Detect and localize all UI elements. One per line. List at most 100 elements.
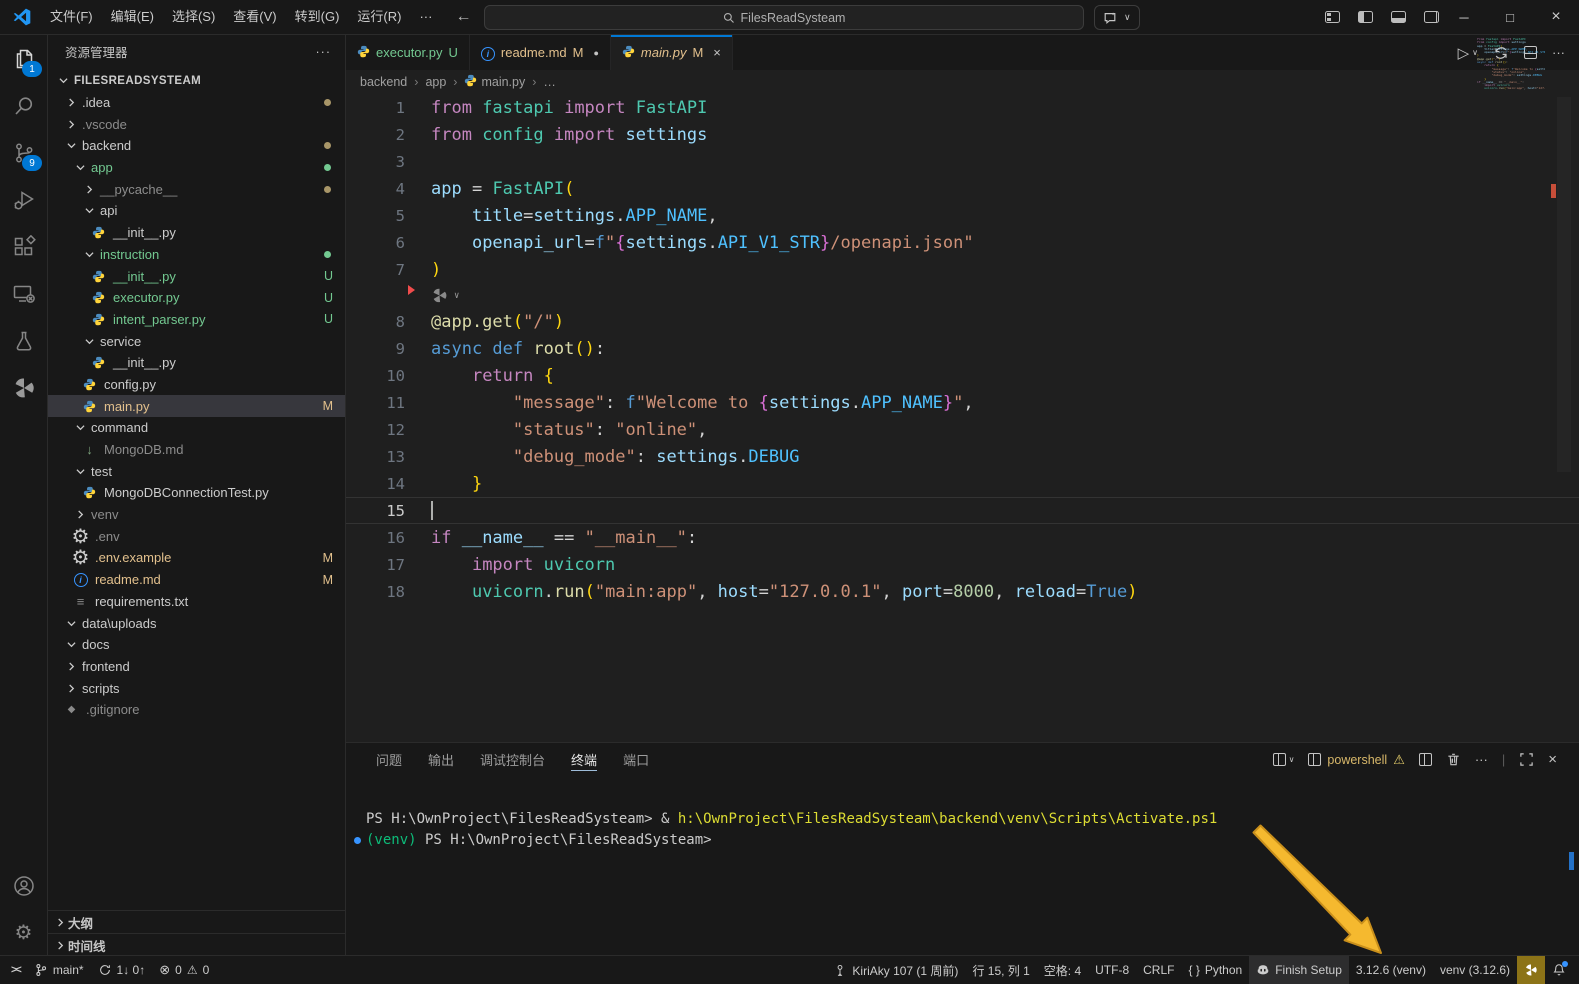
split-terminal-icon[interactable]: [1419, 753, 1432, 766]
status-indentation[interactable]: 空格: 4: [1037, 956, 1088, 984]
status-branch[interactable]: main*: [27, 956, 91, 984]
breadcrumb-item[interactable]: …: [543, 75, 556, 89]
menu-item-0[interactable]: 文件(F): [41, 5, 102, 29]
tree-file[interactable]: ◆.gitignore: [48, 699, 345, 721]
code-line[interactable]: 5 title=settings.APP_NAME,: [346, 202, 1579, 229]
breadcrumb-item[interactable]: main.py: [464, 74, 525, 90]
code-line[interactable]: 2from config import settings: [346, 121, 1579, 148]
toggle-secondary-sidebar-icon[interactable]: [1424, 11, 1439, 23]
line-number[interactable]: 13: [346, 448, 405, 466]
code-line[interactable]: 15: [346, 497, 1579, 524]
status-python-version[interactable]: 3.12.6 (venv): [1349, 956, 1433, 984]
remote-explorer-icon[interactable]: [0, 270, 47, 317]
code-line[interactable]: 4app = FastAPI(: [346, 175, 1579, 202]
tree-folder[interactable]: .idea: [48, 92, 345, 114]
line-number[interactable]: 17: [346, 556, 405, 574]
code-line[interactable]: 11 "message": f"Welcome to {settings.APP…: [346, 389, 1579, 416]
line-number[interactable]: 8: [346, 313, 405, 331]
shuriken-extension-icon[interactable]: [0, 364, 47, 411]
code-line[interactable]: 7): [346, 256, 1579, 283]
maximize-button[interactable]: □: [1487, 0, 1533, 34]
line-number[interactable]: 1: [346, 99, 405, 117]
code-line[interactable]: 6 openapi_url=f"{settings.API_V1_STR}/op…: [346, 229, 1579, 256]
tab-main-py[interactable]: main.pyM×: [611, 35, 733, 70]
tree-file[interactable]: ireadme.mdM: [48, 569, 345, 591]
status-encoding[interactable]: UTF-8: [1088, 956, 1136, 984]
tree-folder[interactable]: test: [48, 460, 345, 482]
tree-folder[interactable]: docs: [48, 634, 345, 656]
testing-icon[interactable]: [0, 317, 47, 364]
line-number[interactable]: 15: [346, 502, 405, 520]
close-panel-icon[interactable]: ×: [1548, 751, 1557, 768]
settings-icon[interactable]: ⚙: [0, 909, 47, 956]
code-line[interactable]: 14 }: [346, 470, 1579, 497]
menu-item-4[interactable]: 转到(G): [286, 5, 349, 29]
panel-tab-1[interactable]: 输出: [428, 743, 454, 776]
back-button[interactable]: ←: [455, 8, 471, 26]
line-number[interactable]: 11: [346, 394, 405, 412]
code-editor[interactable]: 1from fastapi import FastAPI2from config…: [346, 94, 1579, 742]
more-actions-icon[interactable]: ···: [1552, 45, 1565, 60]
code-line[interactable]: 18 uvicorn.run("main:app", host="127.0.0…: [346, 578, 1579, 605]
line-number[interactable]: 12: [346, 421, 405, 439]
menu-item-1[interactable]: 编辑(E): [102, 5, 163, 29]
status-sync[interactable]: 1↓ 0↑: [91, 956, 153, 984]
tree-folder[interactable]: app: [48, 157, 345, 179]
tree-file[interactable]: config.py: [48, 374, 345, 396]
status-finish-setup[interactable]: Finish Setup: [1249, 956, 1349, 984]
command-decoration-icon[interactable]: [354, 837, 361, 844]
code-line[interactable]: 12 "status": "online",: [346, 416, 1579, 443]
menu-item-5[interactable]: 运行(R): [348, 5, 410, 29]
code-line[interactable]: 9async def root():: [346, 335, 1579, 362]
tree-folder[interactable]: frontend: [48, 656, 345, 678]
run-python-button[interactable]: ▷∨: [1458, 44, 1478, 62]
line-number[interactable]: 2: [346, 126, 405, 144]
run-debug-icon[interactable]: [0, 176, 47, 223]
editor-scrollbar[interactable]: [1557, 97, 1571, 472]
code-line[interactable]: 17 import uvicorn: [346, 551, 1579, 578]
code-line[interactable]: 16if __name__ == "__main__":: [346, 524, 1579, 551]
menu-item-2[interactable]: 选择(S): [163, 5, 224, 29]
tree-folder[interactable]: service: [48, 330, 345, 352]
section-outline[interactable]: 大纲: [48, 910, 345, 933]
toggle-panel-icon[interactable]: [1391, 11, 1406, 23]
status-blame[interactable]: KiriAky 107 (1 周前): [826, 956, 965, 984]
tree-folder[interactable]: instruction: [48, 244, 345, 266]
line-number[interactable]: 16: [346, 529, 405, 547]
tree-root[interactable]: FILESREADSYSTEAM: [48, 70, 345, 92]
breadcrumb-item[interactable]: app: [425, 75, 446, 89]
status-remote-indicator[interactable]: ><: [4, 956, 27, 984]
inline-suggestion-widget[interactable]: ∨: [346, 283, 1579, 308]
extensions-icon[interactable]: [0, 223, 47, 270]
launch-profile-button[interactable]: ∨: [1273, 753, 1295, 766]
command-center-search[interactable]: FilesReadSysteam: [484, 5, 1084, 30]
tab-readme-md[interactable]: ireadme.mdM●: [470, 35, 611, 70]
shuriken-widget-icon[interactable]: ∨: [431, 287, 459, 304]
explorer-icon[interactable]: 1: [0, 35, 47, 82]
account-icon[interactable]: [0, 862, 47, 909]
minimap[interactable]: from fastapi import FastAPIfrom config i…: [1477, 38, 1545, 163]
code-line[interactable]: 13 "debug_mode": settings.DEBUG: [346, 443, 1579, 470]
tree-file[interactable]: ↓MongoDB.md: [48, 439, 345, 461]
panel-tab-4[interactable]: 端口: [623, 743, 649, 776]
line-number[interactable]: 7: [346, 261, 405, 279]
code-line[interactable]: 3: [346, 148, 1579, 175]
source-control-icon[interactable]: 9: [0, 129, 47, 176]
tree-file[interactable]: __init__.pyU: [48, 265, 345, 287]
tree-folder[interactable]: scripts: [48, 677, 345, 699]
tree-folder[interactable]: .vscode: [48, 113, 345, 135]
terminal[interactable]: PS H:\OwnProject\FilesReadSysteam> & h:\…: [346, 776, 1579, 956]
panel-more-icon[interactable]: ···: [1475, 752, 1488, 767]
line-number[interactable]: 6: [346, 234, 405, 252]
panel-tab-0[interactable]: 问题: [376, 743, 402, 776]
tree-file[interactable]: ⚙.env: [48, 525, 345, 547]
status-notifications[interactable]: [1545, 956, 1573, 984]
tree-file[interactable]: executor.pyU: [48, 287, 345, 309]
status-venv-version[interactable]: venv (3.12.6): [1433, 956, 1517, 984]
menu-item-3[interactable]: 查看(V): [224, 5, 285, 29]
panel-tab-3[interactable]: 终端: [571, 743, 597, 776]
terminal-instance-item[interactable]: powershell ⚠: [1308, 752, 1404, 768]
search-icon[interactable]: [0, 82, 47, 129]
status-cursor-position[interactable]: 行 15, 列 1: [965, 956, 1036, 984]
tree-file[interactable]: ≡requirements.txt: [48, 591, 345, 613]
